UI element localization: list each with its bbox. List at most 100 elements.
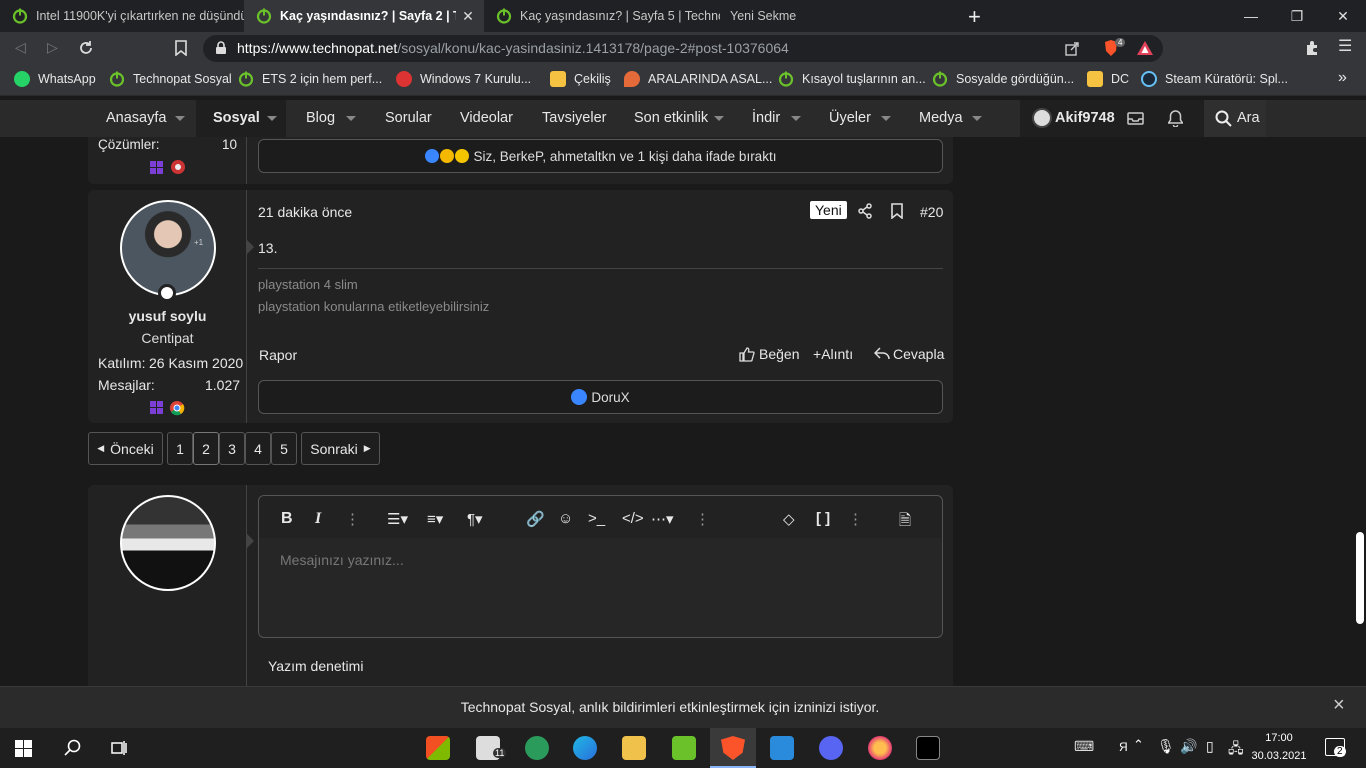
post-time[interactable]: 21 dakika önce (258, 204, 352, 220)
bbcode-icon[interactable]: [ ] (816, 510, 830, 527)
bookmark-icon[interactable] (174, 40, 188, 56)
minimize-button[interactable]: — (1228, 0, 1274, 32)
chevron-down-icon[interactable] (791, 116, 801, 121)
extensions-icon[interactable] (1304, 40, 1320, 56)
bell-icon[interactable] (1168, 110, 1183, 127)
edge-icon[interactable] (573, 736, 597, 760)
more-options-icon[interactable]: ⋮ (695, 510, 710, 528)
chevron-down-icon[interactable] (175, 116, 185, 121)
username[interactable]: Akif9748 (1055, 110, 1115, 126)
inbox-icon[interactable] (1127, 112, 1144, 125)
bookmark-kisayol[interactable]: Kısayol tuşlarının an... (778, 71, 926, 87)
search-icon[interactable] (1215, 110, 1232, 127)
code-block-icon[interactable]: </> (622, 510, 644, 527)
emoji-icon[interactable]: ☺ (558, 510, 573, 527)
post-number[interactable]: #20 (920, 204, 943, 220)
technopat-app-icon[interactable] (672, 736, 696, 760)
search-icon[interactable] (64, 739, 82, 757)
share-page-icon[interactable] (1065, 42, 1079, 56)
bookmark-whatsapp[interactable]: WhatsApp (14, 71, 96, 87)
back-icon[interactable]: ◁ (15, 39, 26, 56)
quote-button[interactable]: +Alıntı (813, 346, 853, 362)
nav-videolar[interactable]: Videolar (460, 110, 513, 126)
previous-reactions-bar[interactable]: Siz, BerkeP, ahmetaltkn ve 1 kişi daha i… (258, 139, 943, 173)
clock-date[interactable]: 30.03.2021 (1248, 750, 1310, 762)
bold-icon[interactable]: B (281, 510, 293, 528)
report-link[interactable]: Rapor (259, 347, 297, 363)
forward-icon[interactable]: ▷ (47, 39, 58, 56)
align-icon[interactable]: ≡▾ (427, 510, 443, 528)
bookmark-ets2[interactable]: ETS 2 için hem perf... (238, 71, 382, 87)
brave-rewards-icon[interactable] (1136, 40, 1154, 56)
previous-page-button[interactable]: ◀ Önceki (88, 432, 163, 465)
chevron-down-icon[interactable] (346, 116, 356, 121)
clock-time[interactable]: 17:00 (1253, 732, 1305, 744)
scrollbar-thumb[interactable] (1356, 532, 1364, 624)
author-name[interactable]: yusuf soylu (88, 308, 247, 324)
more-options-icon[interactable]: ⋮ (345, 510, 360, 528)
nav-sorular[interactable]: Sorular (385, 110, 432, 126)
inline-code-icon[interactable]: >_ (588, 510, 605, 527)
tab-intel[interactable]: Intel 11900K'yi çıkartırken ne düşündü (0, 0, 244, 32)
language-indicator[interactable]: Я (1119, 740, 1128, 754)
link-icon[interactable]: 🔗 (526, 510, 545, 528)
file-explorer-icon[interactable] (622, 736, 646, 760)
nav-son-etkinlik[interactable]: Son etkinlik (634, 110, 708, 126)
chevron-up-icon[interactable]: ⌃ (1133, 737, 1144, 753)
bookmark-technopat-sosyal[interactable]: Technopat Sosyal (109, 71, 232, 87)
more-options-icon[interactable]: ⋮ (848, 510, 863, 528)
bookmark-cekilis[interactable]: Çekiliş (550, 71, 611, 87)
reply-button[interactable]: Cevapla (874, 346, 944, 362)
search-button[interactable]: Ara (1237, 110, 1260, 126)
page-3[interactable]: 3 (219, 432, 245, 465)
chevron-down-icon[interactable] (267, 116, 277, 121)
tab-new[interactable]: Yeni Sekme (720, 0, 960, 32)
nav-blog[interactable]: Blog (306, 110, 335, 126)
discord-icon[interactable] (819, 736, 843, 760)
page-4[interactable]: 4 (245, 432, 271, 465)
windows-start-icon[interactable] (15, 740, 33, 758)
page-5[interactable]: 5 (271, 432, 297, 465)
address-bar[interactable]: https://www.technopat.net/sosyal/konu/ka… (203, 35, 1163, 62)
bookmark-sosyalde[interactable]: Sosyalde gördüğün... (932, 71, 1074, 87)
nav-uyeler[interactable]: Üyeler (829, 110, 871, 126)
next-page-button[interactable]: Sonraki ▶ (301, 432, 380, 465)
bookmark-post-icon[interactable] (890, 203, 904, 219)
task-view-icon[interactable] (110, 739, 128, 757)
bookmark-asal[interactable]: ARALARINDA ASAL... (624, 71, 772, 87)
close-window-button[interactable]: ✕ (1320, 0, 1366, 32)
paragraph-icon[interactable]: ¶▾ (467, 510, 483, 528)
avatar[interactable] (1032, 108, 1052, 128)
message-editor[interactable]: B I ⋮ ☰▾ ≡▾ ¶▾ 🔗 ☺ >_ </> ⋯▾ ⋮ ◇ [ ] ⋮ 🗎… (258, 495, 943, 638)
tab-kac-yasindasiniz-2[interactable]: Kaç yaşındasınız? | Sayfa 2 | Techn ✕ (244, 0, 484, 32)
microphone-icon[interactable]: 🎙 (1157, 738, 1175, 755)
more-bookmarks-button[interactable]: » (1338, 69, 1347, 87)
nav-sosyal[interactable]: Sosyal (213, 110, 260, 126)
chevron-down-icon[interactable] (714, 116, 724, 121)
atom-app-icon[interactable] (525, 736, 549, 760)
avatar[interactable] (120, 200, 216, 296)
network-icon[interactable]: 🖧 (1228, 738, 1244, 762)
like-button[interactable]: Beğen (739, 346, 799, 362)
nav-indir[interactable]: İndir (752, 110, 780, 126)
bookmark-windows7[interactable]: Windows 7 Kurulu... (396, 71, 531, 87)
device-icon[interactable]: ▯ (1206, 738, 1214, 755)
more-insert-icon[interactable]: ⋯▾ (651, 510, 674, 528)
page-2[interactable]: 2 (193, 432, 219, 465)
reload-icon[interactable] (78, 40, 94, 56)
close-tab-icon[interactable]: ✕ (460, 8, 476, 25)
italic-icon[interactable]: I (315, 510, 321, 528)
vscode-icon[interactable] (770, 736, 794, 760)
list-icon[interactable]: ☰▾ (387, 510, 408, 528)
store-icon[interactable] (426, 736, 450, 760)
volume-icon[interactable]: 🔊 (1180, 738, 1197, 755)
close-notification-button[interactable]: × (1333, 694, 1345, 717)
firefox-icon[interactable] (868, 736, 892, 760)
keyboard-icon[interactable]: ⌨ (1074, 738, 1094, 755)
chevron-down-icon[interactable] (881, 116, 891, 121)
eraser-icon[interactable]: ◇ (783, 510, 795, 528)
tab-kac-yasindasiniz-5[interactable]: Kaç yaşındasınız? | Sayfa 5 | Technopat (484, 0, 720, 32)
new-tab-button[interactable]: + (968, 4, 981, 30)
preview-icon[interactable]: 🗎 (899, 510, 911, 535)
nav-anasayfa[interactable]: Anasayfa (106, 110, 166, 126)
